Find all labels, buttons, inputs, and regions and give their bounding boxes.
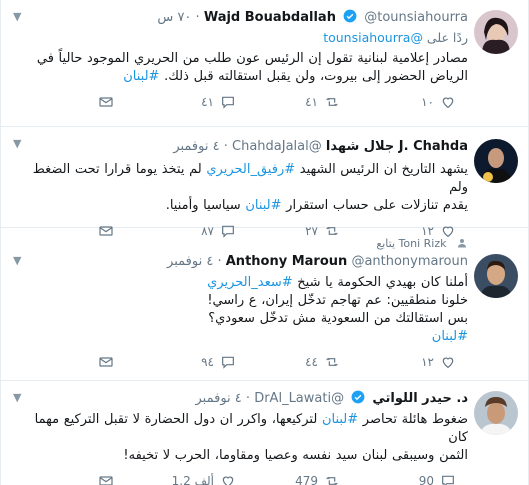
hashtag-link[interactable]: #لبنان bbox=[123, 69, 159, 84]
tweet-line-text: ضغوط هائلة تحاصر bbox=[362, 412, 468, 427]
timestamp[interactable]: ٤ نوفمبر bbox=[173, 139, 219, 154]
timestamp[interactable]: ٤ نوفمبر bbox=[196, 391, 242, 406]
heart-icon bbox=[442, 357, 454, 369]
retweet-count: 479 bbox=[295, 474, 318, 485]
display-name[interactable]: د. حيدر اللواتي bbox=[372, 391, 468, 406]
like-count: ١٢ bbox=[421, 355, 434, 369]
tweet-header: Anthony Maroun @anthonymaroun · ٤ نوفمبر bbox=[167, 254, 468, 269]
replying-to-handle[interactable]: @tounsiahourra bbox=[323, 30, 423, 45]
tweet-line: أملنا كان بهيدي الحكومة يا شيخ #سعد_الحر… bbox=[13, 274, 468, 292]
tweet-card[interactable]: ▼ د. حيدر اللواتي @DrAl_Lawati · ٤ نوفمب… bbox=[1, 381, 528, 485]
heart-icon bbox=[222, 476, 234, 485]
retweet-button[interactable]: ٤٤ bbox=[305, 354, 340, 370]
avatar[interactable] bbox=[474, 10, 518, 54]
hashtag-link[interactable]: #لبنان bbox=[322, 412, 358, 427]
handle[interactable]: @anthonymaroun bbox=[351, 254, 468, 269]
tweet-line-text: سياسيا وأمنيا. bbox=[165, 198, 241, 213]
tweet-actions: ١٢ ٤٤ ٩٤ bbox=[13, 346, 468, 380]
tweet-line: مصادر إعلامية لبنانية تقول إن الرئيس عون… bbox=[36, 51, 468, 66]
tweet-actions: 90 479 1.2 ألف bbox=[13, 465, 468, 485]
reply-button[interactable]: 90 bbox=[419, 473, 456, 485]
like-button[interactable]: 1.2 ألف bbox=[172, 473, 236, 485]
tweet-line: خلونا منطقيين: عم تهاجم تدخّل إيران، ع ر… bbox=[207, 293, 468, 308]
retweet-icon bbox=[326, 476, 338, 485]
mail-icon bbox=[99, 357, 113, 367]
reply-icon bbox=[442, 475, 454, 485]
handle[interactable]: @ChahdaJalal bbox=[232, 139, 322, 154]
verified-icon bbox=[343, 9, 357, 23]
tweet-line: الثمن وسيبقى لبنان سيد نفسه وعصيا ومقاوم… bbox=[123, 448, 468, 463]
reply-count: ١٠ bbox=[421, 95, 434, 109]
retweet-icon bbox=[326, 357, 338, 367]
display-name[interactable]: Anthony Maroun bbox=[226, 254, 348, 269]
verified-icon bbox=[351, 390, 365, 404]
tweet-header: د. حيدر اللواتي @DrAl_Lawati · ٤ نوفمبر bbox=[195, 390, 468, 406]
tweet-line: #لبنان bbox=[13, 328, 468, 346]
user-icon bbox=[458, 239, 466, 248]
hashtag-link[interactable]: #لبنان bbox=[432, 329, 468, 344]
chevron-down-icon[interactable]: ▼ bbox=[13, 137, 21, 150]
reply-button[interactable]: ١٠ bbox=[421, 94, 456, 110]
reply-count: ٤١ bbox=[201, 95, 214, 109]
like-button[interactable]: ١٢ bbox=[421, 354, 456, 370]
retweet-context-text[interactable]: Toni Rizk يتابع bbox=[376, 237, 446, 250]
tweet-line-text: يقدم تنازلات على حساب استقرار bbox=[286, 198, 468, 213]
tweet-text: مصادر إعلامية لبنانية تقول إن الرئيس عون… bbox=[13, 50, 468, 86]
timestamp[interactable]: ٧٠ س bbox=[157, 10, 191, 25]
mail-button[interactable] bbox=[98, 94, 114, 110]
hashtag-link[interactable]: #لبنان bbox=[245, 198, 281, 213]
chevron-down-icon[interactable]: ▼ bbox=[13, 254, 21, 267]
tweet-card[interactable]: ▼ Wajd Bouabdallah @tounsiahourra · ٧٠ س… bbox=[1, 0, 528, 127]
replying-to: ردًا على @tounsiahourra bbox=[13, 28, 468, 48]
tweet-text: ضغوط هائلة تحاصر #لبنان لتركيعها، واكرر … bbox=[13, 411, 468, 465]
hashtag-link[interactable]: #رفيق_الحريري bbox=[206, 162, 295, 177]
tweet-text: يشهد التاريخ ان الرئيس الشهيد #رفيق_الحر… bbox=[13, 161, 468, 215]
display-name[interactable]: Wajd Bouabdallah bbox=[204, 10, 336, 25]
retweet-count: ٤١ bbox=[305, 95, 318, 109]
avatar[interactable] bbox=[474, 139, 518, 183]
heart-icon bbox=[442, 97, 454, 109]
reply-count: 90 bbox=[418, 474, 434, 485]
mail-icon bbox=[99, 476, 113, 485]
tweet-header: J. Chahda جلال شهدا @ChahdaJalal · ٤ نوف… bbox=[173, 139, 468, 154]
tweet-line: يشهد التاريخ ان الرئيس الشهيد #رفيق_الحر… bbox=[13, 161, 468, 197]
mail-icon bbox=[99, 97, 113, 107]
chevron-down-icon[interactable]: ▼ bbox=[13, 10, 21, 23]
tweet-line-text: الرياض الحضور إلى بيروت، ولن يقبل استقال… bbox=[164, 69, 468, 84]
tweet-line: بس استقالتك من السعودية مش تدخّل سعودي؟ bbox=[208, 311, 468, 326]
tweet-line: يقدم تنازلات على حساب استقرار #لبنان سيا… bbox=[13, 197, 468, 215]
reply-icon bbox=[222, 356, 234, 369]
tweet-card[interactable]: ▼ J. Chahda جلال شهدا @ChahdaJalal · ٤ ن… bbox=[1, 127, 528, 238]
timestamp[interactable]: ٤ نوفمبر bbox=[167, 254, 213, 269]
tweet-line: الرياض الحضور إلى بيروت، ولن يقبل استقال… bbox=[13, 68, 468, 86]
handle[interactable]: @tounsiahourra bbox=[364, 10, 468, 25]
reply-count: ٩٤ bbox=[201, 355, 214, 369]
reply-button[interactable]: ٤١ bbox=[201, 94, 236, 110]
reply-button[interactable]: ٩٤ bbox=[201, 354, 236, 370]
retweet-button[interactable]: ٤١ bbox=[305, 94, 340, 110]
like-count: 1.2 ألف bbox=[171, 474, 214, 485]
tweet-line-text: يشهد التاريخ ان الرئيس الشهيد bbox=[299, 162, 468, 177]
mail-button[interactable] bbox=[98, 354, 114, 370]
avatar[interactable] bbox=[474, 254, 518, 298]
retweet-button[interactable]: 479 bbox=[295, 473, 340, 485]
retweet-count: ٤٤ bbox=[305, 355, 318, 369]
hashtag-link[interactable]: #سعد_الحريري bbox=[207, 275, 292, 290]
retweet-icon bbox=[326, 97, 338, 107]
mail-button[interactable] bbox=[98, 473, 114, 485]
tweet-header: Wajd Bouabdallah @tounsiahourra · ٧٠ س bbox=[157, 9, 468, 25]
replying-to-label: ردًا على bbox=[426, 30, 468, 45]
tweet-card[interactable]: Toni Rizk يتابع ▼ Anthony Maroun @anthon… bbox=[1, 228, 528, 381]
tweet-feed: ▼ Wajd Bouabdallah @tounsiahourra · ٧٠ س… bbox=[0, 0, 529, 485]
display-name[interactable]: J. Chahda جلال شهدا bbox=[326, 139, 468, 154]
tweet-actions: ١٠ ٤١ ٤١ bbox=[13, 86, 468, 120]
handle[interactable]: @DrAl_Lawati bbox=[254, 391, 344, 406]
tweet-line-text: أملنا كان بهيدي الحكومة يا شيخ bbox=[297, 275, 468, 290]
chevron-down-icon[interactable]: ▼ bbox=[13, 391, 21, 404]
reply-icon bbox=[222, 96, 234, 109]
tweet-text: أملنا كان بهيدي الحكومة يا شيخ #سعد_الحر… bbox=[13, 274, 468, 346]
retweet-context: Toni Rizk يتابع bbox=[13, 236, 468, 252]
tweet-line: ضغوط هائلة تحاصر #لبنان لتركيعها، واكرر … bbox=[13, 411, 468, 447]
avatar[interactable] bbox=[474, 391, 518, 435]
